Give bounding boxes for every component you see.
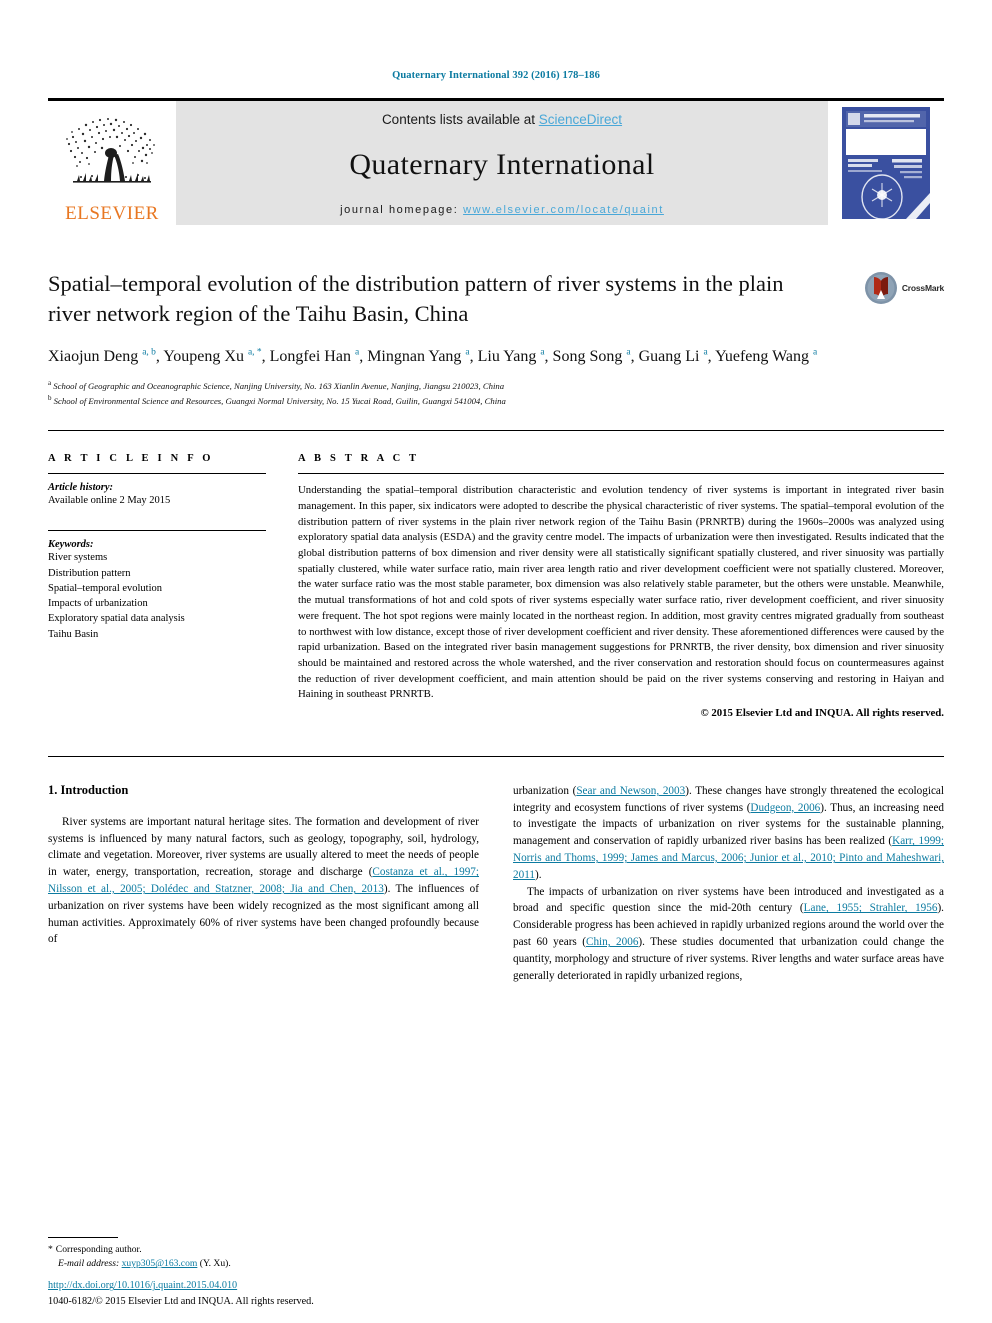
- issn-copyright-line: 1040-6182/© 2015 Elsevier Ltd and INQUA.…: [48, 1295, 314, 1307]
- title-block: CrossMark Spatial–temporal evolution of …: [48, 269, 944, 408]
- body-column-right: urbanization (Sear and Newson, 2003). Th…: [513, 783, 944, 985]
- article-page: Quaternary International 392 (2016) 178–…: [0, 0, 992, 1323]
- article-info-rule: [48, 473, 266, 475]
- journal-homepage-link[interactable]: www.elsevier.com/locate/quaint: [463, 204, 664, 216]
- affiliation-list: a School of Geographic and Oceanographic…: [48, 378, 944, 408]
- journal-homepage-line: journal homepage: www.elsevier.com/locat…: [340, 204, 664, 216]
- contents-prefix: Contents lists available at: [381, 112, 539, 127]
- article-info-heading: A R T I C L E I N F O: [48, 453, 214, 465]
- crossmark-label: CrossMark: [901, 283, 944, 293]
- homepage-label: journal homepage:: [340, 204, 464, 216]
- journal-cover-image: [842, 107, 930, 219]
- footnote-star: *: [48, 1244, 53, 1256]
- intro-paragraph-left-1: River systems are important natural heri…: [48, 814, 479, 948]
- article-info-column: A R T I C L E I N F O Article history: A…: [48, 453, 266, 730]
- doi-link[interactable]: http://dx.doi.org/10.1016/j.quaint.2015.…: [48, 1278, 568, 1293]
- page-title: Spatial–temporal evolution of the distri…: [48, 271, 784, 326]
- elsevier-wordmark: ELSEVIER: [65, 203, 159, 224]
- section-divider-top: [48, 430, 944, 432]
- intro-paragraph-right-1: urbanization (Sear and Newson, 2003). Th…: [513, 783, 944, 884]
- keyword-item: Distribution pattern: [48, 567, 131, 579]
- footnote-email-suffix: (Y. Xu).: [199, 1258, 231, 1270]
- masthead-banner: Contents lists available at ScienceDirec…: [176, 101, 828, 225]
- author-list: Xiaojun Deng a, b, Youpeng Xu a, *, Long…: [48, 348, 818, 366]
- corresponding-author-footnote: * Corresponding author. E-mail address: x…: [48, 1237, 458, 1271]
- keyword-item: Spatial–temporal evolution: [48, 582, 163, 594]
- crossmark-icon: [864, 272, 897, 304]
- keyword-item: Impacts of urbanization: [48, 598, 148, 610]
- footnote-corresponding-line: * Corresponding author.: [48, 1243, 458, 1257]
- crossmark-badge[interactable]: CrossMark: [864, 271, 944, 305]
- footnote-corresponding-text: Corresponding author.: [55, 1244, 142, 1256]
- contents-lists-line: Contents lists available at ScienceDirec…: [382, 112, 622, 127]
- elsevier-logo: ELSEVIER: [48, 101, 176, 225]
- affiliation-b-text: School of Environmental Science and Reso…: [53, 396, 506, 407]
- abstract-copyright: © 2015 Elsevier Ltd and INQUA. All right…: [700, 707, 944, 720]
- citation-link[interactable]: Sear and Newson, 2003: [576, 785, 685, 797]
- keywords-block: Keywords: River systems Distribution pat…: [48, 530, 266, 641]
- running-head-citation: Quaternary International 392 (2016) 178–…: [392, 70, 600, 81]
- citation-link[interactable]: Chin, 2006: [586, 936, 638, 948]
- keywords-label: Keywords:: [48, 539, 94, 551]
- abstract-heading: A B S T R A C T: [298, 453, 420, 465]
- affiliation-a: a School of Geographic and Oceanographic…: [48, 379, 505, 392]
- intro-paragraph-right-2: The impacts of urbanization on river sys…: [513, 884, 944, 985]
- article-history-value: Available online 2 May 2015: [48, 495, 171, 507]
- section-divider-body: [48, 755, 944, 757]
- journal-title: Quaternary International: [349, 147, 655, 181]
- citation-link[interactable]: Lane, 1955; Strahler, 1956: [804, 902, 938, 914]
- intro-right-1-pre: urbanization (: [513, 784, 577, 797]
- article-history-label: Article history:: [48, 482, 114, 494]
- intro-right-1-post: ).: [534, 868, 542, 881]
- keywords-rule: [48, 530, 266, 532]
- affiliation-a-text: School of Geographic and Oceanographic S…: [53, 381, 505, 392]
- keyword-item: River systems: [48, 552, 108, 564]
- info-abstract-row: A R T I C L E I N F O Article history: A…: [48, 453, 944, 730]
- affiliation-b: b School of Environmental Science and Re…: [48, 394, 506, 407]
- body-column-left: 1. Introduction River systems are import…: [48, 783, 479, 985]
- footnote-email-line: E-mail address: xuyp305@163.com (Y. Xu).: [48, 1257, 458, 1271]
- keywords-list: River systems Distribution pattern Spati…: [48, 550, 266, 641]
- body-columns: 1. Introduction River systems are import…: [48, 783, 944, 985]
- abstract-column: A B S T R A C T Understanding the spatia…: [298, 453, 944, 730]
- footnote-email-label: E-mail address:: [58, 1258, 120, 1270]
- footer-doi-block: http://dx.doi.org/10.1016/j.quaint.2015.…: [48, 1278, 568, 1309]
- journal-masthead: ELSEVIER Contents lists available at Sci…: [48, 98, 944, 225]
- journal-cover-thumbnail[interactable]: [828, 101, 944, 225]
- elsevier-tree-icon: [59, 115, 165, 203]
- email-link[interactable]: xuyp305@163.com: [122, 1258, 198, 1269]
- abstract-text: Understanding the spatial–temporal distr…: [298, 484, 944, 701]
- citation-link[interactable]: Dudgeon, 2006: [750, 802, 820, 814]
- section-title-introduction: 1. Introduction: [48, 782, 129, 797]
- abstract-rule: [298, 473, 944, 475]
- footnote-rule: [48, 1237, 118, 1239]
- keyword-item: Exploratory spatial data analysis: [48, 613, 185, 625]
- sciencedirect-link[interactable]: ScienceDirect: [539, 112, 622, 127]
- keyword-item: Taihu Basin: [48, 628, 99, 640]
